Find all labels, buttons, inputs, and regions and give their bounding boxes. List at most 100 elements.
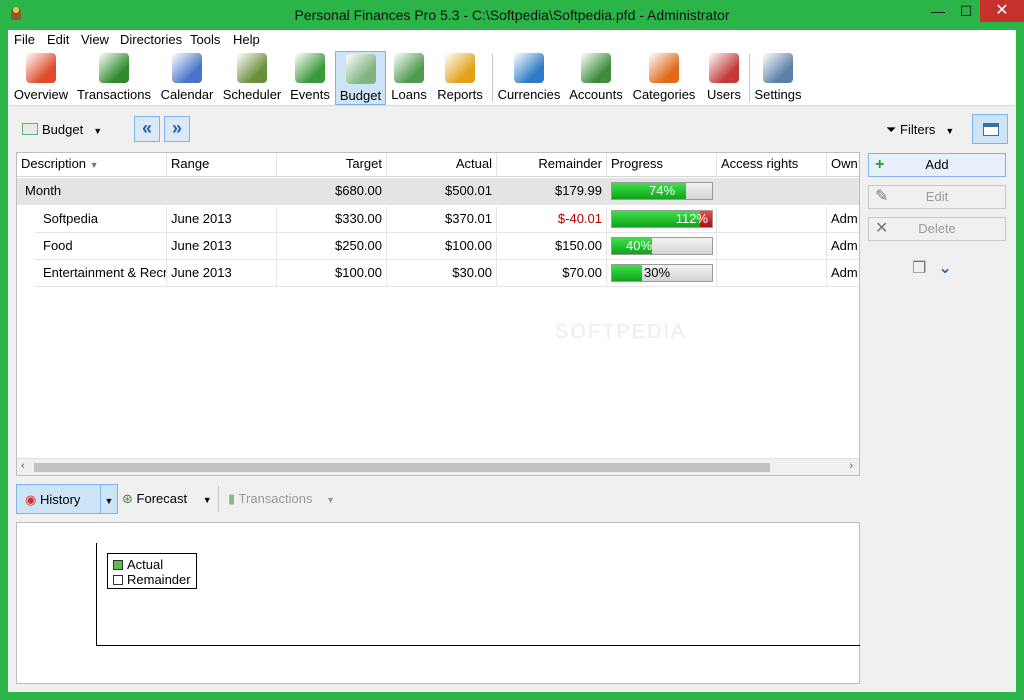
progress-label: 40%	[626, 238, 653, 253]
budget-grid[interactable]: Description ▼ Range Target Actual Remain…	[16, 152, 860, 476]
owner-cell: Adm	[827, 233, 859, 260]
progress-label: 112%	[675, 211, 708, 226]
previous-period-button[interactable]: «	[134, 116, 160, 142]
scheduler-icon	[237, 53, 267, 83]
progress-label: 30%	[644, 265, 671, 280]
menu-view[interactable]: View	[81, 32, 109, 47]
group-owner-cell	[827, 178, 859, 205]
loans-icon	[394, 53, 424, 83]
toolbar-users-button[interactable]: Users	[702, 51, 746, 105]
scroll-left-icon[interactable]: ‹	[21, 460, 25, 472]
toolbar-separator	[492, 54, 493, 102]
transactions-icon: ▮	[228, 491, 236, 506]
menu-edit[interactable]: Edit	[47, 32, 69, 47]
menu-file[interactable]: File	[14, 32, 35, 47]
menu-directories[interactable]: Directories	[120, 32, 182, 47]
range-cell: June 2013	[167, 233, 277, 260]
toolbar-transactions-button[interactable]: Transactions	[74, 51, 154, 105]
group-target-cell: $680.00	[277, 178, 387, 205]
progress-cell: 40%	[607, 233, 717, 260]
history-chart: Actual Remainder	[16, 522, 860, 684]
range-cell: June 2013	[167, 206, 277, 233]
table-row[interactable]: Food June 2013 $250.00 $100.00 $150.00 4…	[17, 233, 859, 260]
access-cell	[717, 206, 827, 233]
toolbar-budget-button[interactable]: Budget	[335, 51, 386, 105]
toolbar-calendar-button[interactable]: Calendar	[156, 51, 218, 105]
title-bar: Personal Finances Pro 5.3 - C:\Softpedia…	[0, 0, 1024, 30]
chevron-down-icon[interactable]: ⌄	[938, 260, 951, 277]
owner-cell: Adm	[827, 260, 859, 287]
column-header-actual[interactable]: Actual	[387, 153, 497, 177]
column-header-remainder[interactable]: Remainder	[497, 153, 607, 177]
remainder-cell: $-40.01	[497, 206, 607, 233]
actual-cell: $30.00	[387, 260, 497, 287]
add-button[interactable]: + Add	[868, 153, 1006, 177]
progress-bar: 74%	[611, 182, 713, 200]
scrollbar-thumb[interactable]	[34, 463, 770, 472]
chevron-down-icon: ▼	[945, 126, 955, 136]
horizontal-scrollbar[interactable]: ‹ ›	[17, 458, 859, 475]
client-area: File Edit View Directories Tools Help Ov…	[8, 30, 1016, 692]
next-period-button[interactable]: »	[164, 116, 190, 142]
table-row[interactable]: Entertainment & Recr June 2013 $100.00 $…	[17, 260, 859, 287]
toolbar-settings-button[interactable]: Settings	[752, 51, 804, 105]
toolbar-overview-button[interactable]: Overview	[10, 51, 72, 105]
menu-help[interactable]: Help	[233, 32, 260, 47]
toolbar-events-button[interactable]: Events	[286, 51, 334, 105]
actual-cell: $370.01	[387, 206, 497, 233]
column-header-owner[interactable]: Own	[827, 153, 859, 177]
side-extra-tools: ❐ ⌄	[912, 258, 964, 278]
table-group-row[interactable]: Month $680.00 $500.01 $179.99 74%	[17, 178, 859, 205]
remainder-cell: $70.00	[497, 260, 607, 287]
tab-forecast[interactable]: ⊛ Forecast ▼	[122, 484, 214, 514]
group-actual-cell: $500.01	[387, 178, 497, 205]
filters-dropdown[interactable]: ⏷ Filters ▼	[886, 122, 954, 138]
minimize-button[interactable]: —	[924, 0, 952, 22]
close-button[interactable]: ✕	[980, 0, 1024, 22]
overview-icon	[26, 53, 56, 83]
funnel-icon: ⏷	[886, 122, 901, 137]
edit-button[interactable]: ✎ Edit	[868, 185, 1006, 209]
description-cell: Softpedia	[35, 206, 167, 233]
table-row[interactable]: Softpedia June 2013 $330.00 $370.01 $-40…	[17, 206, 859, 233]
maximize-button[interactable]: ☐	[952, 0, 980, 22]
toolbar-reports-button[interactable]: Reports	[432, 51, 488, 105]
menu-tools[interactable]: Tools	[190, 32, 220, 47]
copy-edit-icon[interactable]: ❐	[912, 260, 926, 277]
column-header-description[interactable]: Description ▼	[17, 153, 167, 177]
group-description-cell: Month	[17, 178, 167, 205]
currencies-icon	[514, 53, 544, 83]
history-icon: ◉	[25, 492, 37, 507]
scroll-right-icon[interactable]: ›	[849, 460, 853, 472]
description-cell: Food	[35, 233, 167, 260]
chart-x-axis	[96, 645, 860, 646]
column-header-progress[interactable]: Progress	[607, 153, 717, 177]
side-panel-toggle-button[interactable]	[972, 114, 1008, 144]
description-cell: Entertainment & Recr	[35, 260, 167, 287]
transactions-icon	[99, 53, 129, 83]
toolbar-categories-button[interactable]: Categories	[630, 51, 698, 105]
budget-dropdown[interactable]: Budget ▼	[22, 122, 102, 137]
toolbar-currencies-button[interactable]: Currencies	[496, 51, 562, 105]
users-icon	[709, 53, 739, 83]
legend-item-actual: Actual	[113, 557, 191, 572]
progress-bar: 30%	[611, 264, 713, 282]
access-cell	[717, 260, 827, 287]
toolbar-accounts-button[interactable]: Accounts	[566, 51, 626, 105]
toolbar-scheduler-button[interactable]: Scheduler	[220, 51, 284, 105]
chevron-down-icon: ▼	[326, 495, 336, 505]
delete-button[interactable]: ✕ Delete	[868, 217, 1006, 241]
tab-history[interactable]: ◉ History	[16, 484, 108, 514]
range-cell: June 2013	[167, 260, 277, 287]
progress-cell: 112%	[607, 206, 717, 233]
budget-envelope-icon	[22, 123, 38, 135]
plus-icon: +	[875, 156, 885, 173]
tab-transactions[interactable]: ▮ Transactions ▼	[228, 484, 348, 514]
column-header-access-rights[interactable]: Access rights	[717, 153, 827, 177]
calendar-icon	[172, 53, 202, 83]
column-header-target[interactable]: Target	[277, 153, 387, 177]
actual-cell: $100.00	[387, 233, 497, 260]
column-header-range[interactable]: Range	[167, 153, 277, 177]
history-dropdown-button[interactable]: ▼	[100, 484, 118, 514]
toolbar-loans-button[interactable]: Loans	[388, 51, 430, 105]
